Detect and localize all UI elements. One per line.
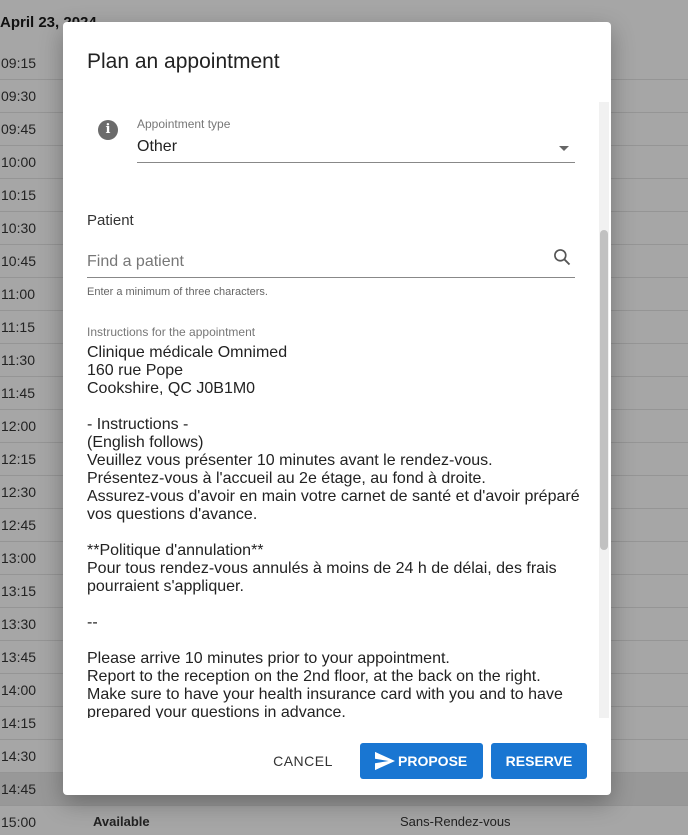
propose-button[interactable]: PROPOSE	[360, 743, 483, 779]
appointment-type-value[interactable]: Other	[137, 138, 177, 156]
dialog-content[interactable]: i Appointment type Other Patient Enter a…	[63, 102, 611, 718]
info-icon: i	[98, 120, 118, 140]
schedule-time: 12:45	[1, 517, 37, 533]
schedule-row[interactable]: 15:00 Available Sans-Rendez-vous	[0, 806, 688, 835]
cancel-button[interactable]: CANCEL	[260, 743, 346, 779]
schedule-time: 12:15	[1, 451, 37, 467]
schedule-time: 13:30	[1, 616, 37, 632]
schedule-time: 09:30	[1, 88, 37, 104]
schedule-time: 12:30	[1, 484, 37, 500]
schedule-time: 09:45	[1, 121, 37, 137]
schedule-time: 10:30	[1, 220, 37, 236]
send-icon	[375, 751, 395, 771]
patient-helper-text: Enter a minimum of three characters.	[87, 286, 268, 298]
patient-search-input[interactable]	[87, 250, 547, 274]
dropdown-arrow-icon[interactable]	[559, 146, 569, 151]
patient-heading: Patient	[87, 212, 134, 229]
appointment-dialog: Plan an appointment i Appointment type O…	[63, 22, 611, 795]
select-underline	[137, 162, 575, 163]
schedule-time: 10:45	[1, 253, 37, 269]
schedule-time: 11:15	[1, 319, 35, 335]
schedule-time: 13:00	[1, 550, 37, 566]
reserve-button[interactable]: RESERVE	[491, 743, 587, 779]
schedule-time: 09:15	[1, 55, 37, 71]
dialog-title: Plan an appointment	[87, 50, 280, 73]
schedule-time: 11:30	[1, 352, 35, 368]
schedule-time: 10:15	[1, 187, 37, 203]
slot-location: Sans-Rendez-vous	[400, 814, 511, 829]
slot-status: Available	[93, 814, 150, 829]
schedule-time: 10:00	[1, 154, 37, 170]
schedule-time: 14:00	[1, 682, 37, 698]
schedule-time: 13:45	[1, 649, 37, 665]
schedule-time: 15:00	[1, 814, 37, 830]
schedule-time: 14:15	[1, 715, 37, 731]
input-underline	[87, 277, 575, 278]
schedule-time: 14:45	[1, 781, 37, 797]
search-icon[interactable]	[552, 247, 572, 267]
appointment-type-label: Appointment type	[137, 117, 231, 131]
schedule-time: 12:00	[1, 418, 37, 434]
schedule-time: 11:45	[1, 385, 35, 401]
scrollbar-thumb[interactable]	[600, 230, 608, 550]
schedule-time: 11:00	[1, 286, 35, 302]
instructions-label: Instructions for the appointment	[87, 325, 256, 339]
schedule-time: 14:30	[1, 748, 37, 764]
instructions-text: Clinique médicale Omnimed 160 rue Pope C…	[87, 344, 580, 718]
schedule-time: 13:15	[1, 583, 37, 599]
content-scrollbar[interactable]	[599, 102, 609, 718]
propose-label: PROPOSE	[398, 753, 468, 769]
